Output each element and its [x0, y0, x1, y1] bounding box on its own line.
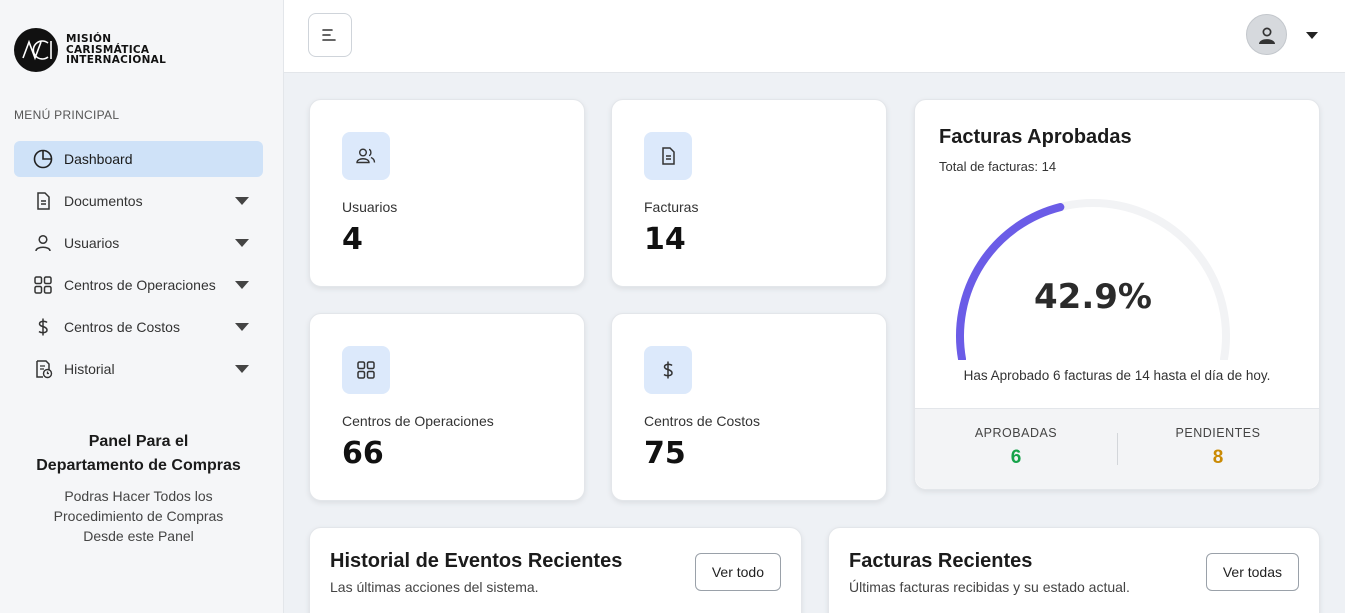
gauge-footer: APROBADAS 6 PENDIENTES 8: [915, 408, 1319, 489]
approved-value: 6: [1010, 447, 1022, 468]
approved-count: APROBADAS 6: [915, 409, 1117, 489]
brand[interactable]: MISIÓN CARISMÁTICA INTERNACIONAL: [14, 28, 166, 72]
chevron-down-icon[interactable]: [235, 323, 249, 331]
avatar[interactable]: [1246, 14, 1287, 55]
history-card: Historial de Eventos Recientes Las últim…: [309, 527, 802, 613]
history-icon: [32, 358, 54, 380]
sidebar-item-label: Historial: [64, 361, 115, 377]
invoice-icon: [644, 132, 692, 180]
sidebar-item-label: Usuarios: [64, 235, 120, 251]
topbar: [284, 0, 1345, 73]
sidebar-item-usuarios[interactable]: Usuarios: [14, 225, 263, 261]
panel-desc-line: Desde este Panel: [83, 528, 194, 544]
grid-icon: [342, 346, 390, 394]
stat-label: Usuarios: [342, 199, 398, 215]
stat-label: Facturas: [644, 199, 699, 215]
panel-description: Podras Hacer Todos los Procedimiento de …: [14, 486, 263, 546]
approval-gauge: 42.9%: [956, 199, 1230, 360]
menu-lines-icon: [322, 29, 336, 41]
sidebar-item-label: Documentos: [64, 193, 143, 209]
section-title: Historial de Eventos Recientes: [330, 550, 623, 572]
pending-label: PENDIENTES: [1175, 426, 1261, 440]
approved-invoices-card: Facturas Aprobadas Total de facturas: 14…: [914, 99, 1320, 490]
recent-invoices-card: Facturas Recientes Últimas facturas reci…: [828, 527, 1320, 613]
chevron-down-icon[interactable]: [235, 365, 249, 373]
grid-icon: [32, 274, 54, 296]
gauge-percent: 42.9%: [1034, 277, 1152, 317]
stat-card-centros-operaciones[interactable]: Centros de Operaciones 66: [309, 313, 585, 501]
stat-value: 75: [644, 436, 686, 471]
panel-title-line: Departamento de Compras: [36, 457, 241, 474]
panel-desc-line: Podras Hacer Todos los: [64, 488, 213, 504]
document-icon: [32, 190, 54, 212]
mci-logo: [14, 28, 58, 72]
stat-label: Centros de Operaciones: [342, 413, 494, 429]
users-icon: [342, 132, 390, 180]
sidebar-item-label: Centros de Costos: [64, 319, 180, 335]
stat-label: Centros de Costos: [644, 413, 760, 429]
chevron-down-icon[interactable]: [235, 239, 249, 247]
section-title: Facturas Recientes: [849, 550, 1033, 572]
approved-label: APROBADAS: [974, 426, 1058, 440]
sidebar-item-label: Centros de Operaciones: [64, 277, 216, 293]
user-menu-caret-icon[interactable]: [1306, 32, 1318, 39]
panel-info: Panel Para el Departamento de Compras Po…: [14, 430, 263, 546]
stat-card-facturas[interactable]: Facturas 14: [611, 99, 887, 287]
stat-value: 4: [342, 222, 363, 257]
section-subtitle: Las últimas acciones del sistema.: [330, 579, 539, 595]
gauge-caption: Has Aprobado 6 facturas de 14 hasta el d…: [963, 368, 1271, 383]
stat-value: 66: [342, 436, 384, 471]
stat-card-centros-costos[interactable]: Centros de Costos 75: [611, 313, 887, 501]
sidebar-item-label: Dashboard: [64, 151, 133, 167]
sidebar-item-dashboard[interactable]: Dashboard: [14, 141, 263, 177]
sidebar-item-documentos[interactable]: Documentos: [14, 183, 263, 219]
panel-title: Panel Para el Departamento de Compras: [14, 430, 263, 478]
sidebar-item-centros-costos[interactable]: Centros de Costos: [14, 309, 263, 345]
chevron-down-icon[interactable]: [235, 281, 249, 289]
brand-name: MISIÓN CARISMÁTICA INTERNACIONAL: [66, 34, 166, 66]
dollar-icon: [32, 316, 54, 338]
brand-line: INTERNACIONAL: [66, 54, 167, 67]
pending-value: 8: [1212, 447, 1224, 468]
view-all-history-button[interactable]: Ver todo: [694, 553, 781, 591]
pie-chart-icon: [32, 148, 54, 170]
stat-card-usuarios[interactable]: Usuarios 4: [309, 99, 585, 287]
user-avatar-icon: [1258, 27, 1275, 44]
section-subtitle: Últimas facturas recibidas y su estado a…: [849, 579, 1130, 595]
pending-count: PENDIENTES 8: [1117, 409, 1319, 489]
menu-title: MENÚ PRINCIPAL: [14, 108, 120, 122]
panel-desc-line: Procedimiento de Compras: [53, 508, 224, 524]
sidebar-item-historial[interactable]: Historial: [14, 351, 263, 387]
view-all-invoices-button[interactable]: Ver todas: [1205, 553, 1299, 591]
sidebar: MISIÓN CARISMÁTICA INTERNACIONAL MENÚ PR…: [0, 0, 284, 613]
main-menu: Dashboard Documentos Usuarios Centros de…: [14, 141, 263, 393]
stat-value: 14: [644, 222, 686, 257]
user-icon: [32, 232, 54, 254]
menu-toggle-button[interactable]: [308, 13, 352, 57]
dollar-icon: [644, 346, 692, 394]
chevron-down-icon[interactable]: [235, 197, 249, 205]
sidebar-item-centros-operaciones[interactable]: Centros de Operaciones: [14, 267, 263, 303]
panel-title-line: Panel Para el: [88, 433, 189, 450]
